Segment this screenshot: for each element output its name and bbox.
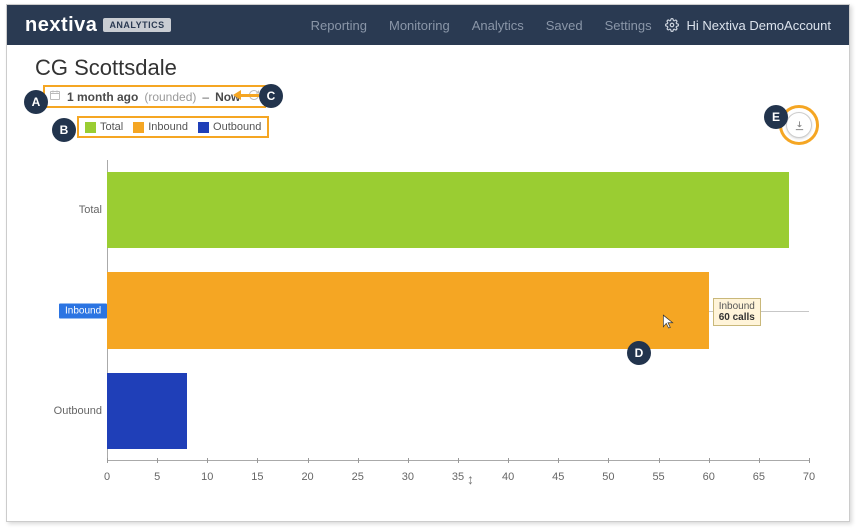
date-range-rounded: (rounded) <box>144 90 196 104</box>
brand: nextiva ANALYTICS <box>25 14 171 37</box>
nav-saved[interactable]: Saved <box>546 18 583 33</box>
nav-analytics[interactable]: Analytics <box>472 18 524 33</box>
y-label-outbound: Outbound <box>47 405 102 417</box>
annotation-d: D <box>627 341 651 365</box>
nav-settings[interactable]: Settings <box>605 18 652 33</box>
annotation-c-arrow <box>233 90 259 100</box>
x-tick: 45 <box>552 471 564 483</box>
x-tick: 65 <box>753 471 765 483</box>
date-range-dash: – <box>202 90 209 104</box>
legend-outbound[interactable]: Outbound <box>198 121 261 133</box>
x-tick: 50 <box>602 471 614 483</box>
x-tick: 35 <box>452 471 464 483</box>
nav-monitoring[interactable]: Monitoring <box>389 18 450 33</box>
x-tick: 0 <box>104 471 110 483</box>
gear-icon <box>665 18 679 32</box>
nav-reporting[interactable]: Reporting <box>311 18 367 33</box>
x-tick: 20 <box>301 471 313 483</box>
main-nav: Reporting Monitoring Analytics Saved Set… <box>311 18 652 33</box>
plot-area[interactable]: Inbound 60 calls <box>107 160 809 461</box>
chart-legend[interactable]: Total Inbound Outbound <box>77 116 269 138</box>
tooltip-value: 60 calls <box>719 312 755 323</box>
x-tick: 25 <box>352 471 364 483</box>
calendar-icon <box>49 89 61 104</box>
brand-badge: ANALYTICS <box>103 18 170 32</box>
y-label-inbound: Inbound <box>59 303 107 318</box>
chart-tooltip: Inbound 60 calls <box>713 298 761 326</box>
bar-inbound[interactable] <box>107 272 709 348</box>
annotation-e: E <box>764 105 788 129</box>
x-tick: 40 <box>502 471 514 483</box>
user-area[interactable]: Hi Nextiva DemoAccount <box>665 18 832 33</box>
page-title: CG Scottsdale <box>27 55 829 81</box>
annotation-b: B <box>52 118 76 142</box>
annotation-a: A <box>24 90 48 114</box>
cursor-icon <box>661 312 675 330</box>
annotation-c: C <box>259 84 283 108</box>
bar-outbound[interactable] <box>107 373 187 449</box>
legend-inbound[interactable]: Inbound <box>133 121 188 133</box>
x-tick: 5 <box>154 471 160 483</box>
legend-swatch-inbound <box>133 122 144 133</box>
x-tick: 30 <box>402 471 414 483</box>
x-tick: 10 <box>201 471 213 483</box>
date-range-start: 1 month ago <box>67 90 138 104</box>
bar-total[interactable] <box>107 172 789 248</box>
user-greeting: Hi Nextiva DemoAccount <box>687 18 832 33</box>
x-tick: 60 <box>703 471 715 483</box>
download-icon <box>794 120 805 131</box>
x-tick: 70 <box>803 471 815 483</box>
x-tick: 15 <box>251 471 263 483</box>
y-label-total: Total <box>47 204 102 216</box>
brand-logo: nextiva <box>25 14 97 37</box>
legend-swatch-total <box>85 122 96 133</box>
legend-total[interactable]: Total <box>85 121 123 133</box>
tooltip-series: Inbound <box>719 301 755 312</box>
bar-chart[interactable]: Total Inbound Outbound Inbound 60 calls … <box>47 155 819 491</box>
legend-swatch-outbound <box>198 122 209 133</box>
resize-cursor-icon: ↕ <box>467 471 474 487</box>
x-tick: 55 <box>652 471 664 483</box>
top-navbar: nextiva ANALYTICS Reporting Monitoring A… <box>7 5 849 45</box>
